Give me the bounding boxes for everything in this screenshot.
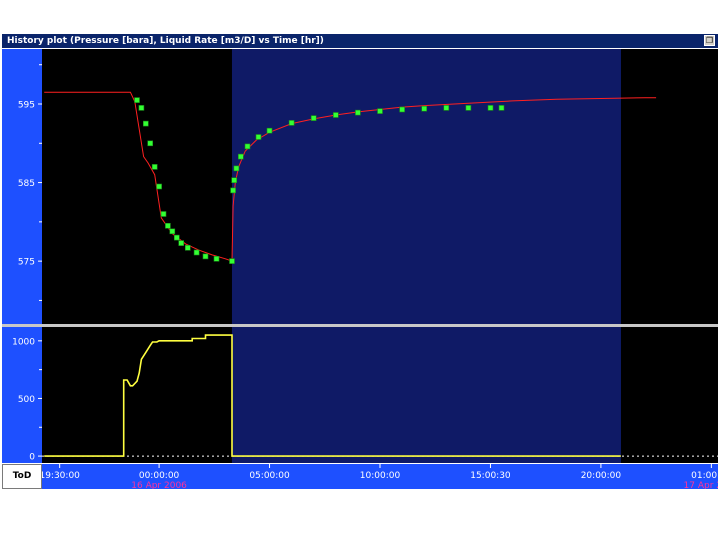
x-tick-label: 01:00:00 — [691, 471, 718, 481]
pressure-plot[interactable]: 575 585 595 — [2, 49, 718, 324]
measured-pressure-point — [165, 223, 171, 229]
x-tick-label: 10:00:00 — [360, 471, 401, 481]
measured-pressure-point — [231, 177, 237, 183]
measured-pressure-point — [174, 234, 180, 241]
measured-pressure-point — [156, 183, 162, 190]
measured-pressure-point — [143, 120, 149, 127]
plot-area — [42, 327, 718, 463]
window-titlebar: History plot (Pressure [bara], Liquid Ra… — [2, 34, 718, 48]
measured-pressure-point — [193, 249, 200, 256]
plot-area — [42, 49, 718, 324]
measured-pressure-point — [399, 106, 405, 113]
measured-pressure-point — [465, 105, 472, 111]
y-tick-label: 500 — [18, 395, 35, 405]
measured-pressure-point — [377, 108, 383, 114]
post-data-background — [620, 49, 718, 324]
measured-pressure-point — [421, 105, 428, 112]
measured-pressure-point — [355, 109, 361, 116]
measured-pressure-point — [151, 164, 158, 170]
y-tick-label: 575 — [18, 258, 35, 268]
measured-pressure-point — [233, 165, 240, 172]
measured-pressure-point — [229, 258, 235, 264]
measured-pressure-point — [134, 97, 140, 103]
x-tick-label: 20:00:00 — [581, 471, 622, 481]
measured-pressure-point — [498, 105, 505, 111]
measured-pressure-point — [487, 105, 494, 111]
measured-pressure-point — [202, 253, 209, 260]
measured-pressure-point — [178, 240, 184, 246]
x-tick-label: 05:00:00 — [249, 471, 290, 481]
buildup-background — [231, 327, 621, 463]
rate-plot-panel: 0 500 1000 — [2, 327, 718, 463]
measured-pressure-point — [185, 245, 191, 251]
measured-pressure-point — [255, 134, 262, 140]
y-tick-label: 585 — [18, 179, 35, 189]
date-label: 16 Apr 2006 — [131, 481, 187, 489]
drawdown-background — [42, 49, 232, 324]
time-axis: 19:30:00 00:00:00 05:00:00 10:00:00 15:00:30… — [39, 464, 720, 491]
window-title: History plot (Pressure [bara], Liquid Ra… — [7, 36, 324, 46]
measured-pressure-point — [160, 211, 167, 217]
measured-pressure-point — [332, 112, 339, 118]
x-tick-label: 19:30:00 — [42, 471, 80, 481]
measured-pressure-point — [213, 256, 220, 262]
measured-pressure-point — [138, 105, 145, 111]
x-tick-label: 15:00:30 — [470, 471, 511, 481]
buildup-background — [231, 49, 621, 324]
tod-button[interactable]: ToD — [2, 464, 42, 489]
drawdown-background — [42, 327, 232, 463]
x-tick-label: 00:00:00 — [139, 471, 180, 481]
measured-pressure-point — [147, 140, 153, 147]
measured-pressure-point — [238, 153, 244, 160]
restore-window-icon[interactable]: ❐ — [704, 35, 715, 46]
time-axis-labels: 19:30:00 00:00:00 05:00:00 10:00:00 15:00:30… — [39, 464, 720, 491]
measured-pressure-point — [230, 187, 236, 194]
measured-pressure-point — [169, 228, 176, 235]
y-tick-label: 1000 — [12, 337, 35, 347]
measured-pressure-point — [288, 120, 295, 126]
measured-pressure-point — [310, 115, 317, 121]
y-tick-label: 595 — [18, 101, 35, 111]
measured-pressure-point — [266, 127, 273, 134]
rate-plot[interactable]: 0 500 1000 — [2, 327, 718, 463]
pressure-plot-panel: 575 585 595 — [2, 49, 718, 324]
date-label: 17 Apr 2006 — [684, 481, 718, 489]
measured-pressure-point — [244, 143, 251, 150]
post-data-background — [620, 327, 718, 463]
y-tick-label: 0 — [29, 453, 35, 463]
measured-pressure-point — [443, 105, 450, 111]
